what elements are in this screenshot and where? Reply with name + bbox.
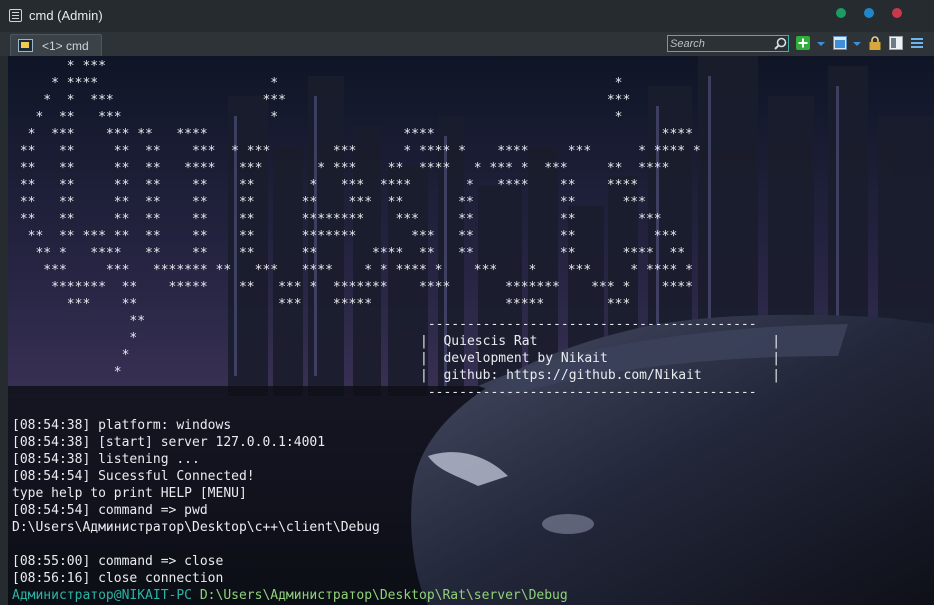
log-line: [08:54:38] listening ... — [12, 452, 200, 467]
layout-dropdown-icon[interactable] — [853, 42, 861, 46]
tab-bar: <1> cmd — [0, 32, 934, 56]
tab-cmd[interactable]: <1> cmd — [10, 34, 102, 56]
close-button[interactable] — [892, 8, 902, 18]
log-line: D:\Users\Администратор\Desktop\c++\clien… — [12, 520, 380, 535]
info-banner: ----------------------------------------… — [420, 317, 781, 400]
add-console-icon[interactable] — [796, 36, 810, 50]
console-window: cmd (Admin) <1> cmd Search * *** * **** … — [0, 0, 934, 605]
maximize-button[interactable] — [864, 8, 874, 18]
log-line: [08:54:54] Sucessful Connected! — [12, 469, 255, 484]
lock-icon[interactable] — [868, 36, 882, 50]
app-menu-icon[interactable] — [9, 9, 22, 22]
tab-label: <1> cmd — [42, 39, 89, 53]
log-line: [08:54:38] [start] server 127.0.0.1:4001 — [12, 435, 326, 450]
window-layout-icon[interactable] — [833, 36, 847, 50]
log-line: [08:54:54] command => pwd — [12, 503, 208, 518]
split-pane-icon[interactable] — [889, 36, 903, 50]
prompt-path: D:\Users\Администратор\Desktop\Rat\serve… — [199, 588, 568, 603]
menu-icon[interactable] — [910, 36, 924, 50]
console-icon — [18, 39, 33, 52]
log-line: [08:54:38] platform: windows — [12, 418, 232, 433]
command-prompt[interactable]: Администратор@NIKAIT-PC D:\Users\Админис… — [12, 587, 568, 604]
log-line: [08:56:16] close connection — [12, 571, 224, 586]
add-console-dropdown-icon[interactable] — [817, 42, 825, 46]
title-bar: cmd (Admin) — [0, 0, 934, 32]
log-line: [08:55:00] command => close — [12, 554, 224, 569]
window-title: cmd (Admin) — [29, 8, 103, 23]
log-line: type help to print HELP [MENU] — [12, 486, 247, 501]
search-input[interactable] — [670, 36, 770, 51]
search-icon[interactable] — [774, 37, 787, 50]
prompt-user: Администратор@NIKAIT-PC — [12, 588, 193, 603]
terminal-area[interactable]: * *** * **** * * * * *** *** *** * ** **… — [8, 56, 934, 605]
search-field[interactable] — [667, 35, 789, 52]
minimize-button[interactable] — [836, 8, 846, 18]
console-output: [08:54:38] platform: windows [08:54:38] … — [12, 417, 380, 587]
